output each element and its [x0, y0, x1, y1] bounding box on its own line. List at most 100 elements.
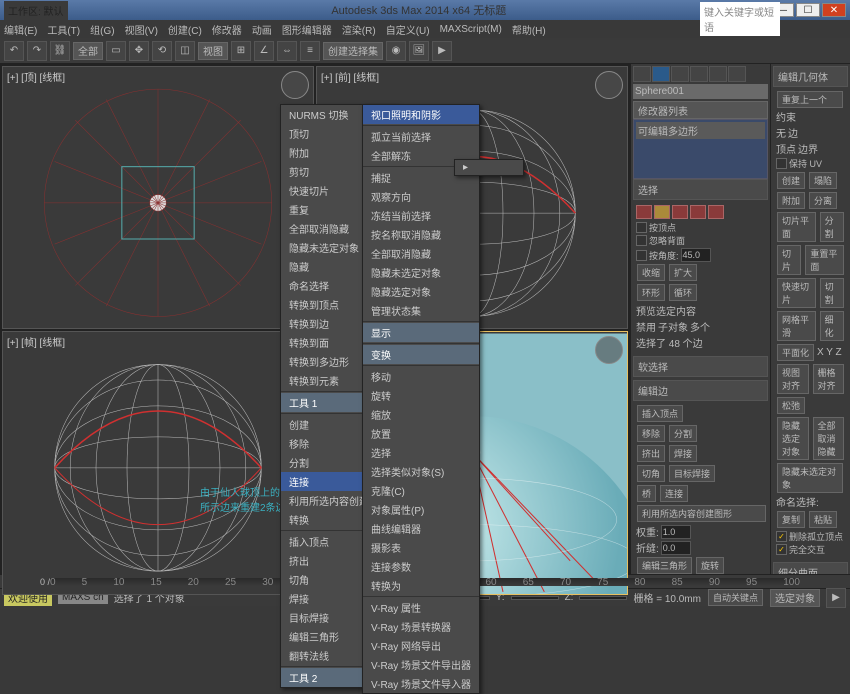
hide-sel-button[interactable]: 隐藏选定对象	[777, 417, 809, 460]
context-menu-item[interactable]: 移动	[363, 367, 479, 386]
target-weld-button[interactable]: 目标焊接	[669, 465, 715, 482]
context-menu-item[interactable]: V-Ray 网络导出	[363, 636, 479, 655]
weld-button[interactable]: 焊接	[669, 445, 697, 462]
copy-button[interactable]: 复制	[777, 511, 805, 528]
angle-snap-button[interactable]: ∠	[254, 41, 274, 61]
slice-plane-button[interactable]: 切片平面	[777, 212, 816, 242]
context-menu-item[interactable]: 选择类似对象(S)	[363, 462, 479, 481]
context-menu-item[interactable]: 克隆(C)	[363, 481, 479, 500]
context-menu-item[interactable]: 对象属性(P)	[363, 500, 479, 519]
workspace-label[interactable]: 工作区: 默认	[4, 1, 68, 20]
context-menu-item[interactable]: 曲线编辑器	[363, 519, 479, 538]
subobject-selector[interactable]	[636, 205, 765, 219]
z-field[interactable]	[579, 596, 627, 600]
viewport-label[interactable]: [+] [帧] [线框]	[7, 334, 65, 349]
auto-key-button[interactable]: 自动关键点	[708, 589, 763, 606]
element-mode-icon[interactable]	[708, 205, 724, 219]
preserve-uv-check[interactable]: 保持 UV	[776, 157, 845, 170]
reset-plane-button[interactable]: 重置平面	[805, 245, 844, 275]
context-menu-item[interactable]: 隐藏选定对象	[363, 282, 479, 301]
object-name-field[interactable]: Sphere001	[633, 84, 768, 99]
chamfer-button[interactable]: 切角	[637, 465, 665, 482]
view-align-button[interactable]: 视图对齐	[777, 364, 809, 394]
menu-item[interactable]: 自定义(U)	[386, 22, 430, 37]
filter-dropdown[interactable]: 全部	[73, 42, 103, 60]
material-editor-button[interactable]: ◉	[386, 41, 406, 61]
menu-item[interactable]: MAXScript(M)	[440, 24, 502, 35]
context-menu-item[interactable]: 全部取消隐藏	[363, 244, 479, 263]
context-menu-item[interactable]: 缩放	[363, 405, 479, 424]
del-iso-check[interactable]: 删除孤立顶点	[776, 530, 845, 543]
modifier-stack[interactable]: 可编辑多边形	[633, 119, 768, 179]
planarize-button[interactable]: 平面化	[777, 344, 814, 361]
by-vertex-check[interactable]: 按顶点	[636, 221, 765, 234]
context-menu-item[interactable]: 转换为	[363, 576, 479, 595]
shrink-button[interactable]: 收缩	[637, 264, 665, 281]
menu-item[interactable]: 动画	[252, 22, 272, 37]
rollout-soft-sel[interactable]: 软选择	[633, 356, 768, 377]
menu-item[interactable]: 视图(V)	[125, 22, 158, 37]
coord-dropdown[interactable]: 视图	[198, 42, 228, 60]
turn-button[interactable]: 旋转	[696, 557, 724, 574]
close-button[interactable]: ✕	[822, 3, 846, 17]
relax-button[interactable]: 松弛	[777, 397, 805, 414]
redo-button[interactable]: ↷	[27, 41, 47, 61]
context-menu-item[interactable]: 管理状态集	[363, 301, 479, 320]
viewport-left[interactable]: [+] [帧] [线框]	[2, 331, 314, 594]
key-filter-dropdown[interactable]: 选定对象	[770, 589, 820, 607]
disable-radio[interactable]: 禁用	[636, 319, 656, 334]
hide-unsel-button[interactable]: 隐藏未选定对象	[777, 463, 843, 493]
command-panel[interactable]: Sphere001 修改器列表 可编辑多边形 选择 按顶点 忽略背面	[630, 64, 770, 574]
motion-tab[interactable]	[690, 66, 708, 82]
rollout-edit-geom[interactable]: 编辑几何体	[773, 66, 848, 87]
constraint-none[interactable]: 无	[776, 125, 786, 140]
repeat-last-button[interactable]: 重复上一个	[777, 91, 843, 108]
menu-item[interactable]: 工具(T)	[47, 22, 80, 37]
context-menu-item[interactable]: 按名称取消隐藏	[363, 225, 479, 244]
border-mode-icon[interactable]	[672, 205, 688, 219]
context-menu-item[interactable]: 孤立当前选择	[363, 127, 479, 146]
submenu-item[interactable]: ▸	[455, 160, 523, 175]
quickslice-button[interactable]: 快速切片	[777, 278, 816, 308]
render-button[interactable]: ▶	[432, 41, 452, 61]
connect-button[interactable]: 连接	[660, 485, 688, 502]
menu-item[interactable]: 图形编辑器	[282, 22, 332, 37]
polygon-mode-icon[interactable]	[690, 205, 706, 219]
y-field[interactable]	[511, 596, 559, 600]
extrude-button[interactable]: 挤出	[637, 445, 665, 462]
constraint-edge[interactable]: 边	[788, 125, 798, 140]
rollout-edit-edges[interactable]: 编辑边	[633, 380, 768, 401]
remove-button[interactable]: 移除	[637, 425, 665, 442]
scale-button[interactable]: ◫	[175, 41, 195, 61]
menu-item[interactable]: 编辑(E)	[4, 22, 37, 37]
edit-tri-button[interactable]: 编辑三角形	[637, 557, 692, 574]
weight-spinner[interactable]: 1.0	[661, 525, 691, 539]
context-menu-item[interactable]: 放置	[363, 424, 479, 443]
context-menu-item[interactable]: 选择	[363, 443, 479, 462]
split-button2[interactable]: 分割	[820, 212, 844, 242]
play-button[interactable]: ▶	[826, 588, 846, 608]
modifier-item[interactable]: 可编辑多边形	[636, 122, 765, 139]
maximize-button[interactable]: ☐	[796, 3, 820, 17]
create-shape-button[interactable]: 利用所选内容创建图形	[637, 505, 766, 522]
context-menu-item[interactable]: 观察方向	[363, 187, 479, 206]
rollout-subdiv[interactable]: 细分曲面	[773, 562, 848, 574]
menu-item[interactable]: 创建(C)	[168, 22, 202, 37]
select-button[interactable]: ▭	[106, 41, 126, 61]
detach-button[interactable]: 分离	[809, 192, 837, 209]
msmooth-button[interactable]: 网格平滑	[777, 311, 816, 341]
modifier-list-dropdown[interactable]: 修改器列表	[633, 101, 768, 119]
grid-align-button[interactable]: 栅格对齐	[813, 364, 845, 394]
split-button[interactable]: 分割	[669, 425, 697, 442]
snap-button[interactable]: ⊞	[231, 41, 251, 61]
attach-button[interactable]: 附加	[777, 192, 805, 209]
mirror-button[interactable]: ⇔	[277, 41, 297, 61]
context-menu-item[interactable]: 摄影表	[363, 538, 479, 557]
submenu[interactable]: ▸	[454, 159, 524, 176]
grow-button[interactable]: 扩大	[669, 264, 697, 281]
multi-radio[interactable]: 多个	[690, 319, 710, 334]
side-panel-right[interactable]: 编辑几何体 重复上一个 约束 无 边 顶点 边界 保持 UV 创建塌陷 附加分离…	[770, 64, 850, 574]
context-menu-item[interactable]: V-Ray 场景文件导入器	[363, 674, 479, 693]
search-input[interactable]: 键入关键字或短语	[700, 2, 780, 36]
slice-button[interactable]: 切片	[777, 245, 801, 275]
